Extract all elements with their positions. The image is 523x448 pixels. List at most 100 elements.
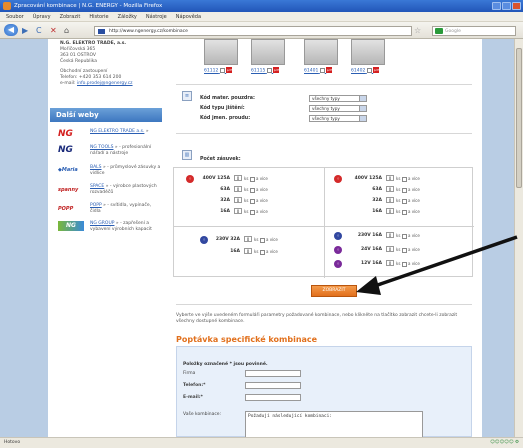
socket-qty-input[interactable]: 0 bbox=[386, 186, 394, 192]
site-link[interactable]: NG TOOLS bbox=[90, 145, 113, 150]
search-input[interactable]: Google bbox=[432, 26, 516, 36]
site-link[interactable]: POPP bbox=[90, 203, 102, 208]
required-note: Položky označené * jsou povinné. bbox=[183, 362, 268, 367]
socket-qty-input[interactable]: 0 bbox=[386, 246, 394, 252]
pdf-icon[interactable]: pdf bbox=[226, 67, 233, 73]
more-checkbox[interactable] bbox=[259, 237, 265, 243]
unit: ks bbox=[254, 237, 259, 242]
menu-upravy[interactable]: Úpravy bbox=[33, 12, 51, 21]
product-image[interactable] bbox=[251, 39, 285, 65]
unit: ks bbox=[396, 187, 401, 192]
socket-qty-input[interactable]: 0 bbox=[234, 197, 242, 203]
search-placeholder: Google bbox=[445, 29, 461, 34]
more-checkbox[interactable] bbox=[259, 249, 265, 255]
zobrazit-button[interactable]: ZOBRAZIT bbox=[311, 285, 357, 297]
close-button[interactable] bbox=[512, 2, 521, 10]
compare-checkbox[interactable] bbox=[266, 67, 272, 73]
menu-napoveda[interactable]: Nápověda bbox=[176, 12, 201, 21]
more-checkbox[interactable] bbox=[401, 209, 407, 215]
firma-input[interactable] bbox=[245, 370, 301, 377]
email-input[interactable] bbox=[245, 394, 301, 401]
socket-qty-input[interactable]: 0 bbox=[386, 197, 394, 203]
menu-nastroje[interactable]: Nástroje bbox=[146, 12, 167, 21]
window-title: Zpracování kombinace | N.G. ENERGY - Moz… bbox=[14, 3, 163, 9]
more-checkbox[interactable] bbox=[249, 209, 255, 215]
scrollbar-thumb[interactable] bbox=[516, 48, 522, 188]
status-bar: Hotovo ☺☺☺☺☺ ⚙ bbox=[0, 437, 523, 448]
menu-historie[interactable]: Historie bbox=[89, 12, 108, 21]
more-checkbox[interactable] bbox=[401, 176, 407, 182]
compare-checkbox[interactable] bbox=[319, 67, 325, 73]
kombinace-textarea[interactable]: Požadují následující kombinaci: bbox=[245, 411, 423, 438]
product-images: 61112 pdf 61115 pdf 61401 pdf 61402 pdf bbox=[166, 39, 482, 77]
socket-label: 16A bbox=[230, 249, 240, 254]
stop-button[interactable]: ✕ bbox=[50, 25, 57, 36]
socket-qty-input[interactable]: 0 bbox=[386, 260, 394, 266]
socket-qty-input[interactable]: 0 bbox=[234, 186, 242, 192]
more-checkbox[interactable] bbox=[249, 198, 255, 204]
more-checkbox[interactable] bbox=[401, 198, 407, 204]
site-link[interactable]: SPACE bbox=[90, 184, 104, 189]
product-image[interactable] bbox=[304, 39, 338, 65]
socket-qty-input[interactable]: 0 bbox=[386, 232, 394, 238]
compare-checkbox[interactable] bbox=[219, 67, 225, 73]
socket-label: 32A bbox=[220, 198, 230, 203]
unit: ks bbox=[396, 209, 401, 214]
more-checkbox[interactable] bbox=[401, 233, 407, 239]
product-code-link[interactable]: 61112 bbox=[204, 69, 218, 74]
material-select[interactable]: všechny typy bbox=[309, 95, 367, 102]
current-select[interactable]: všechny typy bbox=[309, 115, 367, 122]
ng-group-logo: NG bbox=[58, 221, 84, 231]
pdf-icon[interactable]: pdf bbox=[273, 67, 280, 73]
unit: ks bbox=[244, 187, 249, 192]
socket-qty-input[interactable]: 0 bbox=[386, 208, 394, 214]
socket-section-icon: ▥ bbox=[182, 150, 192, 160]
more-label: a více bbox=[407, 176, 420, 181]
google-icon bbox=[435, 28, 443, 34]
site-link[interactable]: NG GROUP bbox=[90, 221, 114, 226]
pdf-icon[interactable]: pdf bbox=[373, 67, 380, 73]
more-checkbox[interactable] bbox=[401, 261, 407, 267]
home-button[interactable]: ⌂ bbox=[64, 25, 69, 36]
maximize-button[interactable] bbox=[502, 2, 511, 10]
socket-count-label: Počet zásuvek: bbox=[200, 157, 241, 162]
socket-row: 32A 0 ks a více bbox=[174, 197, 324, 204]
menu-zalozky[interactable]: Záložky bbox=[118, 12, 137, 21]
minimize-button[interactable] bbox=[492, 2, 501, 10]
more-checkbox[interactable] bbox=[249, 187, 255, 193]
socket-qty-input[interactable]: 0 bbox=[244, 236, 252, 242]
back-button[interactable]: ◀ bbox=[4, 24, 18, 36]
more-label: a více bbox=[255, 187, 268, 192]
pdf-icon[interactable]: pdf bbox=[326, 67, 333, 73]
forward-button[interactable]: ▶ bbox=[22, 25, 28, 36]
socket-qty-input[interactable]: 0 bbox=[234, 175, 242, 181]
menu-soubor[interactable]: Soubor bbox=[6, 12, 24, 21]
menu-zobrazit[interactable]: Zobrazit bbox=[60, 12, 81, 21]
email-link[interactable]: info.prodej@ngenergy.cz bbox=[77, 81, 133, 86]
more-label: a více bbox=[255, 198, 268, 203]
email-label: E-mail:* bbox=[183, 395, 203, 400]
product-code-link[interactable]: 61115 bbox=[251, 69, 265, 74]
fuse-type-select[interactable]: všechny typy bbox=[309, 105, 367, 112]
site-link[interactable]: BALS bbox=[90, 165, 102, 170]
unit: ks bbox=[396, 247, 401, 252]
product-image[interactable] bbox=[204, 39, 238, 65]
telefon-input[interactable] bbox=[245, 382, 301, 389]
firma-label: Firma bbox=[183, 371, 196, 376]
more-checkbox[interactable] bbox=[401, 247, 407, 253]
socket-qty-input[interactable]: 0 bbox=[234, 208, 242, 214]
compare-checkbox[interactable] bbox=[366, 67, 372, 73]
product-image[interactable] bbox=[351, 39, 385, 65]
url-input[interactable]: http://www.ngenergy.cz/kombinace bbox=[94, 26, 412, 36]
product-code-link[interactable]: 61401 bbox=[304, 69, 318, 74]
product-code-link[interactable]: 61402 bbox=[351, 69, 365, 74]
bookmark-star-icon[interactable]: ☆ bbox=[414, 25, 421, 36]
socket-qty-input[interactable]: 0 bbox=[244, 248, 252, 254]
status-text: Hotovo bbox=[4, 440, 21, 445]
socket-qty-input[interactable]: 0 bbox=[386, 175, 394, 181]
reload-button[interactable]: C bbox=[36, 25, 42, 36]
more-checkbox[interactable] bbox=[401, 187, 407, 193]
vertical-scrollbar[interactable] bbox=[514, 39, 523, 437]
more-checkbox[interactable] bbox=[249, 176, 255, 182]
site-link[interactable]: NG ELEKTRO TRADE a.s. bbox=[90, 129, 144, 134]
